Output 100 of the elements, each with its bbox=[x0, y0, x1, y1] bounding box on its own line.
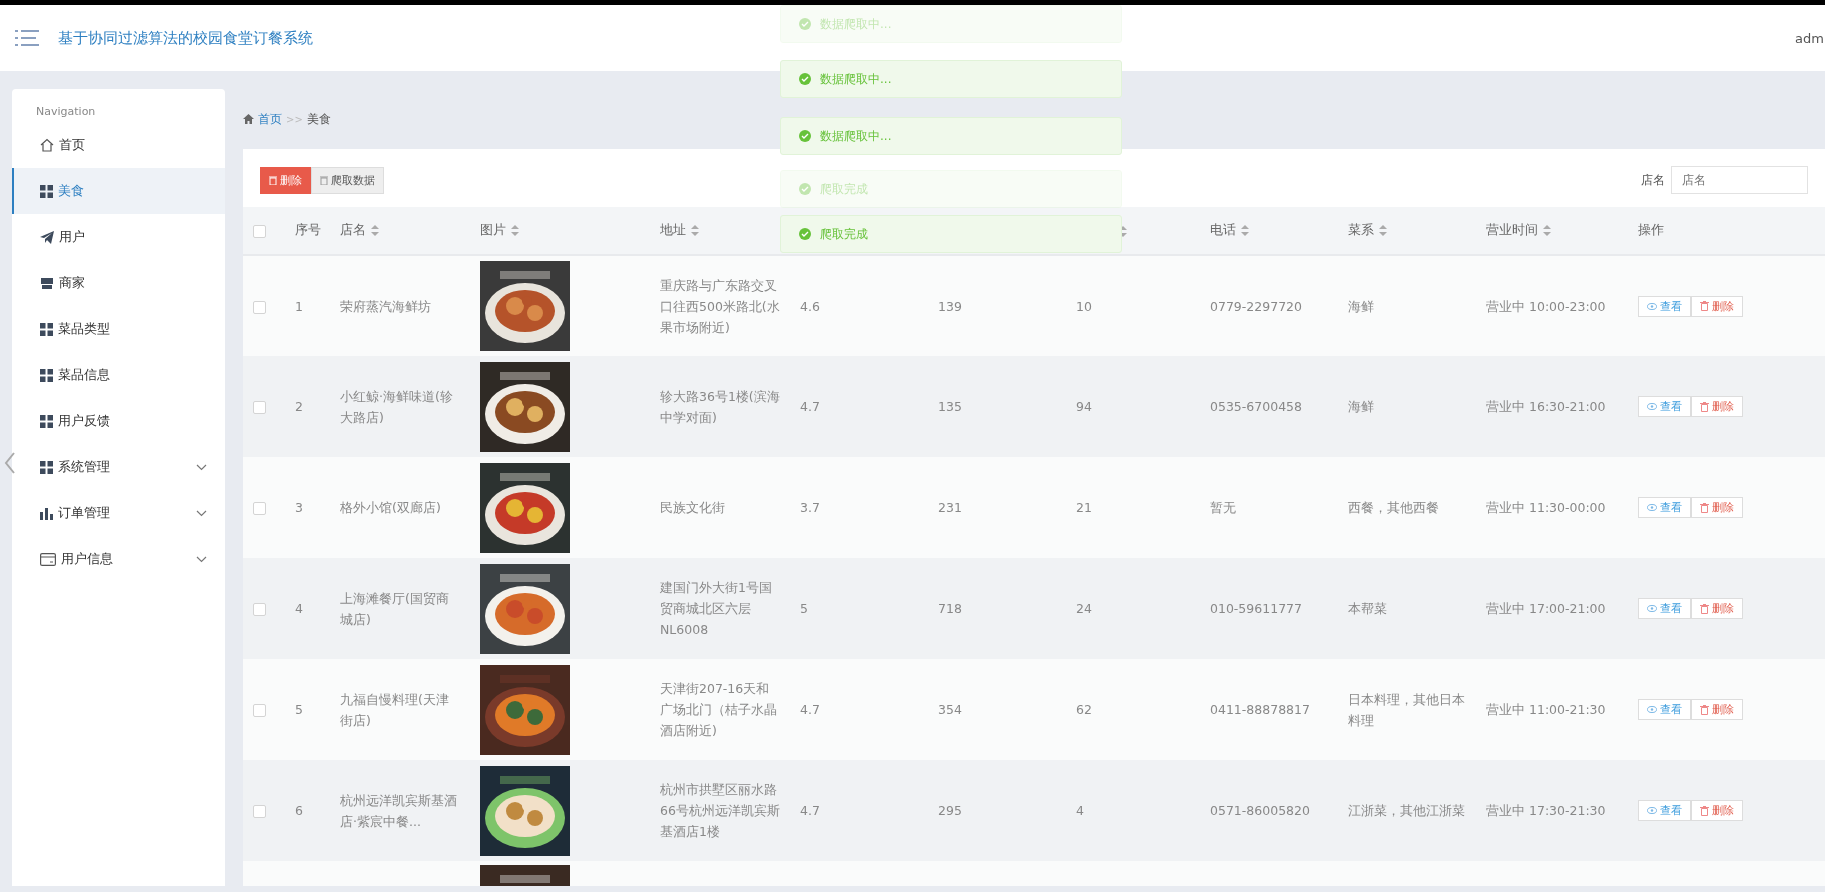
view-button[interactable]: 查看 bbox=[1638, 699, 1691, 720]
table-cell: 231 bbox=[938, 500, 962, 515]
nav-item[interactable]: 订单管理 bbox=[12, 490, 225, 536]
grid-icon bbox=[40, 368, 53, 382]
chevron-down-icon bbox=[196, 463, 207, 471]
delete-button[interactable]: 删除 bbox=[1691, 598, 1743, 619]
table-cell: 4.6 bbox=[800, 298, 820, 314]
table-cell: 格外小馆(双廊店) bbox=[340, 500, 441, 515]
nav-item[interactable]: 商家 bbox=[12, 260, 225, 306]
nav-item[interactable]: 系统管理 bbox=[12, 444, 225, 490]
breadcrumb-link[interactable]: 首页 bbox=[258, 110, 282, 128]
table-cell: 杭州远洋凯宾斯基酒店·紫宸中餐... bbox=[340, 792, 457, 829]
table-cell: 建国门外大街1号国贸商城北区六层NL6008 bbox=[660, 580, 772, 637]
table-cell: 1 bbox=[295, 298, 303, 314]
sort-icon[interactable] bbox=[1379, 225, 1387, 236]
checkbox[interactable] bbox=[253, 805, 266, 818]
sort-icon[interactable] bbox=[1543, 225, 1551, 236]
table-cell: 94 bbox=[1076, 399, 1092, 414]
view-button[interactable]: 查看 bbox=[1638, 295, 1691, 317]
view-button[interactable]: 查看 bbox=[1638, 800, 1691, 821]
table-cell: 10 bbox=[1076, 298, 1092, 314]
table-cell: 0779-2297720 bbox=[1210, 298, 1302, 314]
table-cell: 上海滩餐厅(国贸商城店) bbox=[340, 590, 449, 627]
sort-icon[interactable] bbox=[691, 225, 699, 236]
nav-item[interactable]: 用户信息 bbox=[12, 536, 225, 582]
table-cell: 日本料理，其他日本料理 bbox=[1348, 691, 1465, 728]
table-cell: 营业中 11:30-00:00 bbox=[1486, 500, 1606, 515]
checkbox[interactable] bbox=[253, 704, 266, 717]
nav-item[interactable]: 菜品类型 bbox=[12, 306, 225, 352]
table-cell: 4.7 bbox=[800, 803, 820, 818]
sort-icon[interactable] bbox=[371, 225, 379, 236]
table-cell: 4.7 bbox=[800, 702, 820, 717]
column-header: 地址 bbox=[660, 222, 686, 237]
table-cell: 江浙菜，其他江浙菜 bbox=[1348, 803, 1465, 818]
view-button[interactable]: 查看 bbox=[1638, 497, 1691, 518]
search-label: 店名 bbox=[1641, 171, 1665, 189]
view-button[interactable]: 查看 bbox=[1638, 598, 1691, 619]
user-name[interactable]: adm bbox=[1795, 30, 1824, 46]
checkbox[interactable] bbox=[253, 300, 266, 314]
nav-item[interactable]: 菜品信息 bbox=[12, 352, 225, 398]
table-cell: 西餐，其他西餐 bbox=[1348, 500, 1439, 515]
table-cell: 民族文化街 bbox=[660, 500, 725, 515]
table-cell: 3 bbox=[295, 500, 303, 515]
toast: 爬取完成 bbox=[780, 170, 1122, 208]
delete-button[interactable]: 删除 bbox=[260, 166, 311, 194]
eye-icon bbox=[1647, 706, 1657, 713]
nav-item[interactable]: 美食 bbox=[12, 168, 225, 214]
delete-button[interactable]: 删除 bbox=[1691, 396, 1743, 417]
checkbox[interactable] bbox=[253, 502, 266, 515]
paper-plane-icon bbox=[40, 230, 54, 244]
table-cell: 营业中 10:00-23:00 bbox=[1486, 298, 1606, 314]
nav-item[interactable]: 用户 bbox=[12, 214, 225, 260]
table-cell: 4.7 bbox=[800, 399, 820, 414]
home-icon bbox=[40, 138, 54, 152]
table-cell: 九福自慢料理(天津街店) bbox=[340, 691, 449, 728]
check-circle-icon bbox=[799, 18, 811, 30]
delete-button[interactable]: 删除 bbox=[1691, 295, 1743, 317]
trash-icon bbox=[1700, 704, 1709, 715]
table-cell: 135 bbox=[938, 399, 962, 414]
checkbox[interactable] bbox=[253, 401, 266, 414]
delete-button[interactable]: 删除 bbox=[1691, 800, 1743, 821]
crawl-button[interactable]: 爬取数据 bbox=[311, 166, 384, 194]
nav-item[interactable]: 首页 bbox=[12, 122, 225, 168]
trash-icon bbox=[1700, 301, 1709, 311]
table-cell: 海鲜 bbox=[1348, 298, 1374, 314]
sort-icon[interactable] bbox=[511, 225, 519, 236]
search-field[interactable]: 店名 bbox=[1671, 166, 1808, 194]
table-cell: 暂无 bbox=[1210, 500, 1236, 515]
view-button[interactable]: 查看 bbox=[1638, 396, 1691, 417]
table-cell: 轸大路36号1楼(滨海中学对面) bbox=[660, 388, 780, 425]
column-header: 电话 bbox=[1210, 222, 1236, 237]
trash-icon bbox=[1700, 502, 1709, 513]
column-header: 序号 bbox=[295, 222, 321, 237]
table-cell: 0535-6700458 bbox=[1210, 399, 1302, 414]
table-cell: 营业中 17:00-21:00 bbox=[1486, 601, 1606, 616]
column-header: 店名 bbox=[340, 222, 366, 237]
trash-icon bbox=[269, 175, 277, 185]
table-cell: 营业中 11:00-21:30 bbox=[1486, 702, 1606, 717]
table-cell: 5 bbox=[800, 601, 808, 616]
nav-item[interactable]: 用户反馈 bbox=[12, 398, 225, 444]
delete-button[interactable]: 删除 bbox=[1691, 699, 1743, 720]
chevron-down-icon bbox=[196, 509, 207, 517]
checkbox[interactable] bbox=[253, 603, 266, 616]
menu-icon[interactable] bbox=[15, 30, 39, 46]
table-cell: 4 bbox=[295, 601, 303, 616]
checkbox[interactable] bbox=[253, 225, 266, 238]
app-title: 基于协同过滤算法的校园食堂订餐系统 bbox=[58, 28, 313, 48]
table-cell: 0411-88878817 bbox=[1210, 702, 1310, 717]
toast: 爬取完成 bbox=[780, 215, 1122, 253]
delete-button[interactable]: 删除 bbox=[1691, 497, 1743, 518]
toast: 数据爬取中... bbox=[780, 60, 1122, 98]
breadcrumb-current: 美食 bbox=[306, 110, 331, 128]
trash-icon bbox=[1700, 805, 1709, 816]
table-cell: 荣府蒸汽海鲜坊 bbox=[340, 298, 431, 314]
database-icon bbox=[320, 175, 328, 185]
grid-icon bbox=[40, 322, 53, 336]
sort-icon[interactable] bbox=[1241, 225, 1249, 236]
table-cell: 天津街207-16天和广场北门（桔子水晶酒店附近) bbox=[660, 681, 777, 738]
column-header: 营业时间 bbox=[1486, 222, 1538, 237]
table-cell: 6 bbox=[295, 803, 303, 818]
